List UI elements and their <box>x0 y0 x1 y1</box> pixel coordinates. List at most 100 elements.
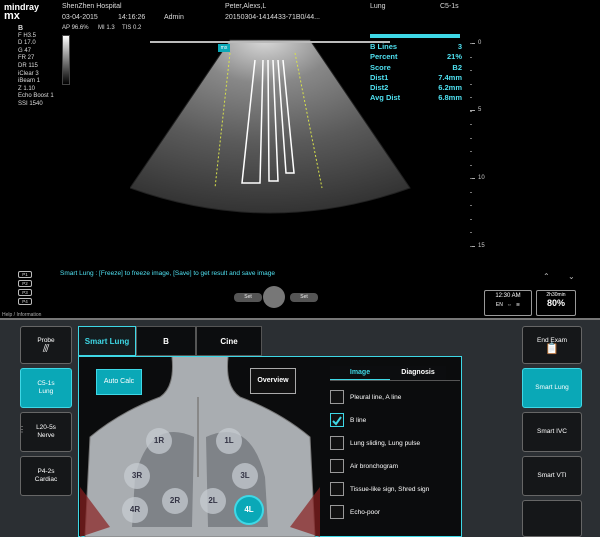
battery-status: 2h30min 80% <box>536 290 576 316</box>
acoustic-power: AP 96.6% <box>62 25 89 31</box>
trackball-icon[interactable] <box>263 286 285 308</box>
depth-minor-tick <box>470 124 472 125</box>
expand-icon[interactable]: ⌄ <box>568 272 575 281</box>
right-button-smart-ivc[interactable]: Smart IVC <box>522 412 582 452</box>
zone-2r[interactable]: 2R <box>162 488 188 514</box>
imaging-param: DR 115 <box>18 62 38 69</box>
checkbox-label: Echo-poor <box>350 508 380 516</box>
battery-time: 2h30min <box>546 292 566 298</box>
probe-model: L20-5s <box>36 424 56 431</box>
mechanical-index: MI 1.3 <box>98 25 115 31</box>
preset-button-p3[interactable]: P3 <box>18 289 32 296</box>
zone-4r[interactable]: 4R <box>122 497 148 523</box>
imaging-param: Echo Boost 1 <box>18 93 54 100</box>
depth-tick: 5 <box>478 107 482 113</box>
imaging-param: F H3.5 <box>18 32 37 39</box>
grayscale-bar <box>62 35 70 85</box>
measurement-label: B Lines <box>370 42 398 51</box>
depth-minor-tick <box>470 83 472 85</box>
depth-minor-tick <box>470 97 472 98</box>
preset-button-p1[interactable]: P1 <box>18 271 32 278</box>
end-exam-button[interactable]: End Exam 📋 <box>522 326 582 364</box>
zone-2l[interactable]: 2L <box>200 488 226 514</box>
measurement-value: 6.8mm <box>438 93 462 103</box>
imaging-param: B <box>18 25 24 32</box>
imaging-params: BF H3.5 D 17.0 G 47 FR 27 DR 115 iClear 3 iBea… <box>18 25 54 109</box>
measurement-row: B Lines 3 <box>370 42 462 52</box>
collapse-icon[interactable]: ⌃ <box>543 272 550 281</box>
zone-1r[interactable]: 1R <box>146 428 172 454</box>
brand-model: mx <box>4 10 20 22</box>
hint-text: Smart Lung : [Freeze] to freeze image, [… <box>60 270 275 277</box>
measurement-label: Dist2 <box>370 83 389 93</box>
depth-minor-tick <box>470 56 472 58</box>
overview-button[interactable]: Overview <box>250 368 296 394</box>
depth-minor-tick <box>470 43 472 44</box>
preset-button-p4[interactable]: P4 <box>18 298 32 305</box>
check-row-1[interactable]: B line <box>330 411 460 429</box>
hospital-name: ShenZhen Hospital <box>62 3 122 10</box>
depth-tick: 0 <box>478 40 482 46</box>
imaging-param: SSI 1540 <box>18 100 43 107</box>
checkbox-label: Lung sliding, Lung pulse <box>350 439 421 447</box>
probe-button[interactable]: Probe ⫻ <box>20 326 72 364</box>
checkbox-label: Pleural line, A line <box>350 393 402 401</box>
right-button-empty[interactable] <box>522 500 582 537</box>
clock-status: 12:30 AM EN ⇔ ≋ <box>484 290 532 316</box>
imaging-param: iClear 3 <box>18 70 39 77</box>
exam-id: 20150304-1414433-71B0/44... <box>225 14 320 21</box>
check-row-3[interactable]: Air bronchogram <box>330 457 460 475</box>
tab-cine[interactable]: Cine <box>196 326 262 356</box>
depth-minor-tick <box>470 178 472 179</box>
subtab-diagnosis[interactable]: Diagnosis <box>390 366 446 381</box>
thermal-index: TIS 0.2 <box>122 25 142 31</box>
measurement-row: Score B2 <box>370 63 462 73</box>
zone-3r[interactable]: 3R <box>124 463 150 489</box>
depth-tick: 15 <box>478 243 485 249</box>
tab-smart-lung[interactable]: Smart Lung <box>78 326 136 356</box>
depth-minor-tick <box>470 70 472 71</box>
subtab-divider <box>330 380 460 381</box>
imaging-param: FR 27 <box>18 55 35 62</box>
image-tag: mx <box>218 44 230 52</box>
zone-4l[interactable]: 4L <box>236 497 262 523</box>
checkbox[interactable] <box>330 505 344 519</box>
measurement-label: Dist1 <box>370 72 389 82</box>
probe-c5-1s[interactable]: C5-1s Lung <box>20 368 72 408</box>
measurement-label: Score <box>370 62 391 72</box>
tab-b[interactable]: B <box>136 326 196 356</box>
check-row-2[interactable]: Lung sliding, Lung pulse <box>330 434 460 452</box>
measurement-value: 7.4mm <box>438 72 462 82</box>
imaging-param: D 17.0 <box>18 40 36 47</box>
zone-1l[interactable]: 1L <box>216 428 242 454</box>
clipboard-icon: 📋 <box>545 343 559 355</box>
check-row-5[interactable]: Echo-poor <box>330 503 460 521</box>
right-button-smart-vti[interactable]: Smart VTI <box>522 456 582 496</box>
imaging-param: Z 1.10 <box>18 85 36 92</box>
check-row-4[interactable]: Tissue-like sign, Shred sign <box>330 480 460 498</box>
probe-p4-2s[interactable]: P4-2s Cardiac <box>20 456 72 496</box>
probe-l20-5s[interactable]: L20-5s Nerve <box>20 412 72 452</box>
check-row-0[interactable]: Pleural line, A line <box>330 388 460 406</box>
depth-minor-tick <box>470 245 472 247</box>
right-button-smart-lung[interactable]: Smart Lung <box>522 368 582 408</box>
checkbox[interactable] <box>330 482 344 496</box>
measurement-row: Percent 21% <box>370 52 462 62</box>
imaging-param: iBeam 1 <box>18 78 41 85</box>
more-icon[interactable]: ⋮ <box>18 425 26 434</box>
checkbox-label: Air bronchogram <box>350 462 399 470</box>
checkbox[interactable] <box>330 413 344 427</box>
set-button-right[interactable]: Set <box>290 293 318 302</box>
set-button-left[interactable]: Set <box>234 293 262 302</box>
zone-3l[interactable]: 3L <box>232 463 258 489</box>
checkbox[interactable] <box>330 436 344 450</box>
depth-minor-tick <box>470 205 472 206</box>
usb-icon: ⇔ <box>506 302 512 308</box>
depth-minor-tick <box>470 232 472 233</box>
checkbox[interactable] <box>330 390 344 404</box>
subtab-image[interactable]: Image <box>330 366 390 381</box>
auto-calc-button[interactable]: Auto Calc <box>96 369 142 395</box>
probe-model: P4-2s <box>37 468 55 475</box>
checkbox[interactable] <box>330 459 344 473</box>
preset-button-p2[interactable]: P2 <box>18 280 32 287</box>
